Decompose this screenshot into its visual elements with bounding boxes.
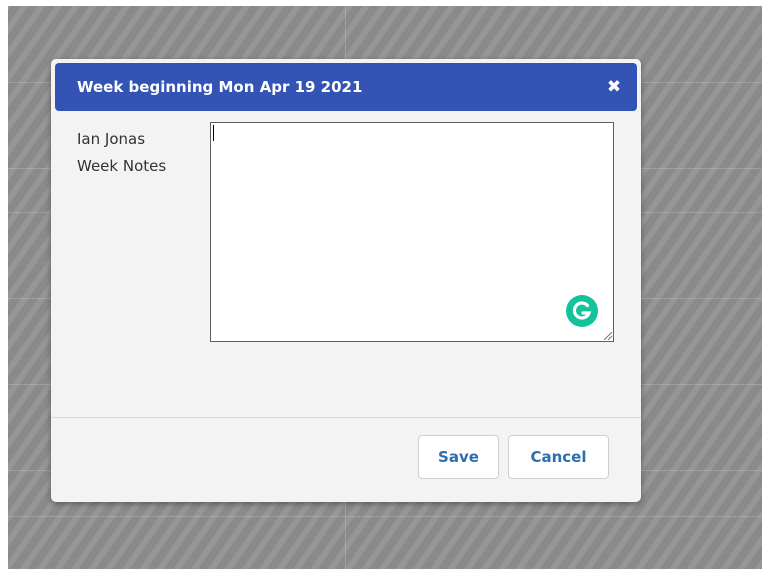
resize-handle-icon[interactable] [601,329,613,341]
close-icon[interactable]: ✖ [603,76,625,98]
cancel-button[interactable]: Cancel [508,435,609,479]
text-caret [213,125,214,141]
dialog-header: Week beginning Mon Apr 19 2021 ✖ [55,63,637,111]
save-button[interactable]: Save [418,435,499,479]
week-notes-label: Week Notes [77,157,167,175]
employee-name-label: Ian Jonas [77,130,146,148]
calendar-grid-line [8,516,762,517]
week-notes-textarea[interactable] [210,122,614,342]
grammarly-icon[interactable] [565,294,599,328]
week-notes-dialog: Week beginning Mon Apr 19 2021 ✖ Ian Jon… [51,59,641,502]
footer-divider [51,417,641,418]
week-notes-field-wrapper [210,122,614,342]
dialog-title: Week beginning Mon Apr 19 2021 [77,78,363,96]
